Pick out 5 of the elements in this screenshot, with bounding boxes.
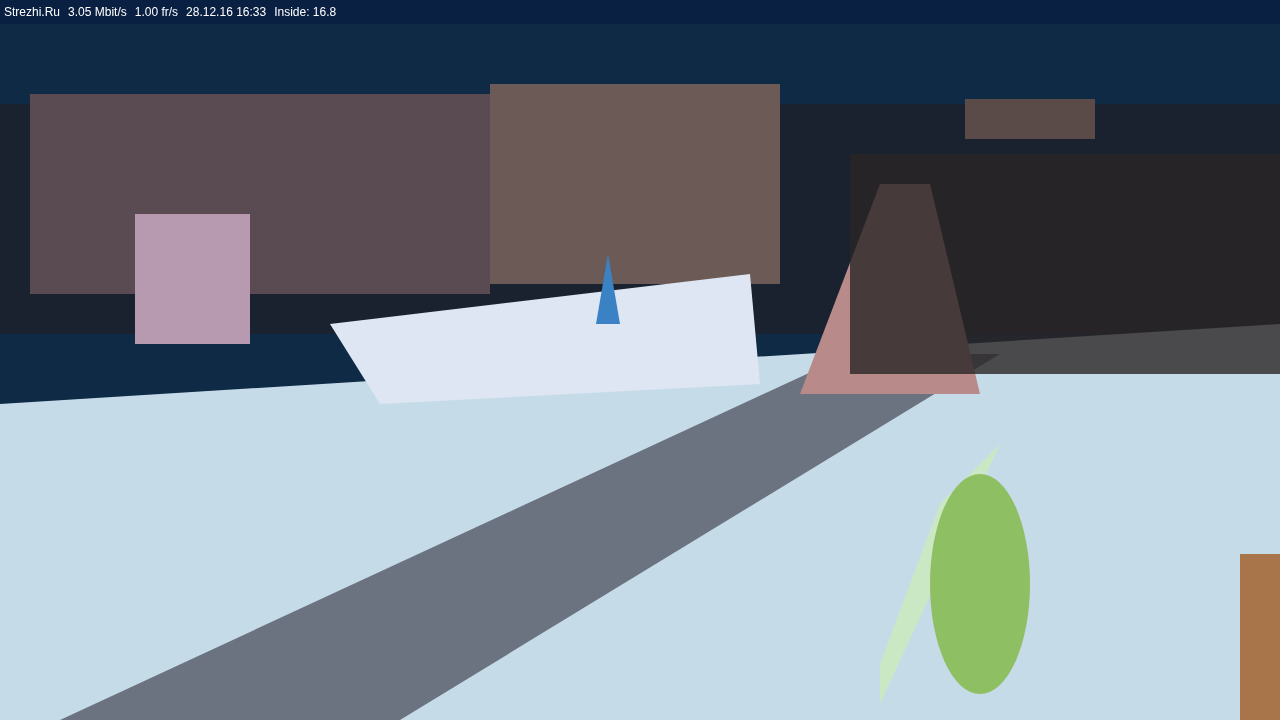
status-text: 3.05 Mbit/s bbox=[68, 4, 127, 21]
status-text: Strezhi.Ru bbox=[4, 4, 61, 21]
status-text: 28.12.16 16:33 bbox=[186, 4, 267, 21]
status-text: Inside: 16.8 bbox=[274, 4, 337, 21]
status-text: 1.00 fr/s bbox=[134, 4, 179, 21]
